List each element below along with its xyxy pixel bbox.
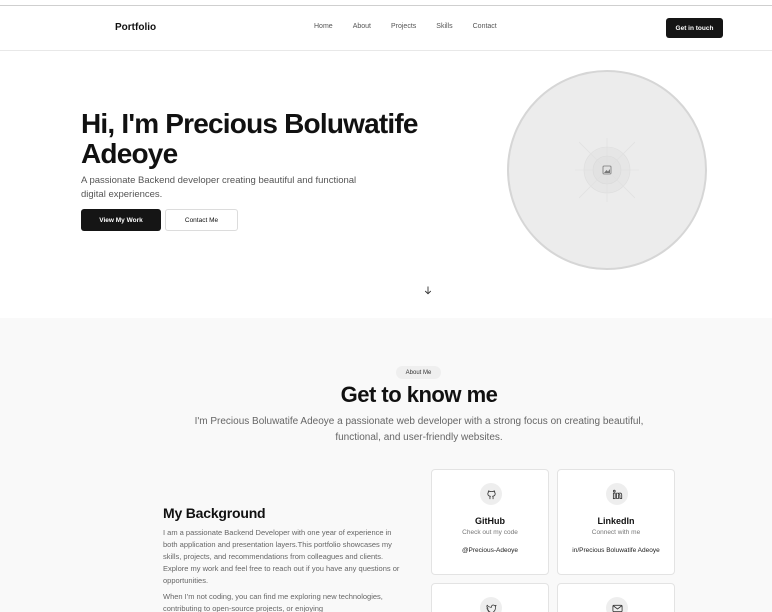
section-badge: About Me (396, 366, 441, 379)
nav-link-projects[interactable]: Projects (391, 23, 416, 30)
nav-link-about[interactable]: About (353, 23, 371, 30)
card-subtitle: Connect with me (591, 529, 641, 536)
contact-me-button[interactable]: Contact Me (165, 209, 238, 231)
background-paragraph-2: When I'm not coding, you can find me exp… (163, 592, 383, 612)
linkedin-icon (606, 483, 628, 505)
nav-link-skills[interactable]: Skills (436, 23, 452, 30)
nav-link-home[interactable]: Home (314, 23, 333, 30)
nav-link-contact[interactable]: Contact (473, 23, 497, 30)
get-in-touch-button[interactable]: Get in touch (666, 18, 723, 38)
navbar: Portfolio Home About Projects Skills Con… (0, 6, 772, 51)
hero-title: Hi, I'm Precious Boluwatife Adeoye (81, 108, 418, 169)
background-paragraph: I am a passionate Backend Developer with… (163, 528, 400, 585)
twitter-icon (480, 597, 502, 612)
card-handle[interactable]: @Precious-Adeoye (432, 547, 548, 554)
about-title: Get to know me (340, 382, 498, 407)
image-placeholder-icon (575, 138, 639, 202)
mail-icon (606, 597, 628, 612)
view-my-work-button[interactable]: View My Work (81, 209, 161, 231)
social-card-linkedin[interactable]: LinkedIn Connect with me in/Precious Bol… (557, 469, 675, 575)
arrow-down-icon[interactable] (424, 286, 432, 297)
hero-subtitle: A passionate Backend developer creating … (81, 175, 357, 200)
about-subtitle: I'm Precious Boluwatife Adeoye a passion… (194, 416, 644, 443)
brand-logo[interactable]: Portfolio (115, 22, 156, 33)
card-subtitle: Check out my code (462, 529, 518, 536)
background-heading: My Background (163, 505, 266, 521)
nav-links: Home About Projects Skills Contact (314, 23, 517, 30)
social-card-email[interactable] (557, 583, 675, 612)
card-title: GitHub (475, 516, 505, 526)
card-handle[interactable]: in/Precious Boluwatife Adeoye (558, 547, 674, 554)
github-icon (480, 483, 502, 505)
social-card-github[interactable]: GitHub Check out my code @Precious-Adeoy… (431, 469, 549, 575)
card-title: LinkedIn (597, 516, 635, 526)
social-card-twitter[interactable] (431, 583, 549, 612)
profile-image-placeholder (507, 70, 707, 270)
